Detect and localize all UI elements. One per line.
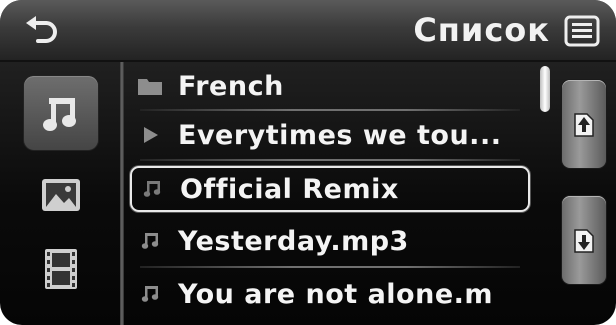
music-note-icon bbox=[43, 98, 76, 131]
back-arrow-icon bbox=[26, 16, 57, 43]
list-item-label: Yesterday.mp3 bbox=[178, 225, 409, 257]
list-item-label: You are not alone.m bbox=[178, 278, 494, 310]
list-item[interactable]: French bbox=[130, 64, 530, 108]
music-note-icon bbox=[141, 233, 159, 249]
play-icon bbox=[144, 127, 158, 143]
row-divider bbox=[140, 159, 520, 161]
category-sidebar bbox=[0, 62, 120, 325]
row-divider bbox=[140, 109, 520, 111]
music-note-icon bbox=[141, 286, 159, 302]
list-item[interactable]: Yesterday.mp3 bbox=[130, 219, 530, 263]
page-down-button[interactable] bbox=[562, 196, 606, 284]
list-item-label: Everytimes we tou... bbox=[178, 119, 502, 151]
picture-icon bbox=[42, 179, 80, 211]
tab-video[interactable] bbox=[24, 232, 98, 306]
page-up-button[interactable] bbox=[562, 80, 606, 168]
device-screen: Список French Everytimes we tou... Offic… bbox=[0, 0, 616, 325]
page-down-icon bbox=[574, 229, 594, 253]
folder-icon bbox=[138, 79, 162, 95]
page-title: Список bbox=[413, 11, 550, 49]
tab-pictures[interactable] bbox=[24, 158, 98, 232]
list-view-icon bbox=[564, 15, 600, 47]
back-button[interactable] bbox=[22, 14, 62, 48]
list-item-selected[interactable]: Official Remix bbox=[130, 166, 530, 212]
file-list: French Everytimes we tou... Official Rem… bbox=[124, 62, 534, 325]
list-view-button[interactable] bbox=[564, 15, 600, 47]
film-icon bbox=[45, 249, 77, 289]
list-item[interactable]: Everytimes we tou... bbox=[130, 113, 530, 157]
list-item-label: French bbox=[178, 70, 284, 102]
page-up-icon bbox=[574, 113, 594, 137]
scrollbar-thumb[interactable] bbox=[540, 66, 550, 112]
list-item[interactable]: You are not alone.m bbox=[130, 272, 530, 316]
row-divider bbox=[140, 266, 520, 268]
list-item-label: Official Remix bbox=[180, 173, 399, 205]
header-bar: Список bbox=[0, 0, 616, 62]
tab-music[interactable] bbox=[24, 76, 98, 150]
music-note-icon bbox=[143, 181, 161, 197]
